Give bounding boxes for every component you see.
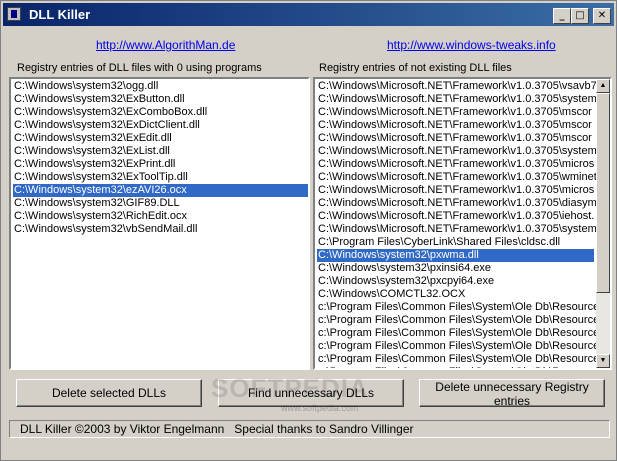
unused-dll-item[interactable]: C:\Windows\system32\ExEdit.dll	[13, 132, 308, 145]
status-bar: DLL Killer ©2003 by Viktor Engelmann Spe…	[9, 420, 610, 438]
missing-dll-item[interactable]: C:\Windows\Microsoft.NET\Framework\v1.0.…	[317, 171, 597, 184]
missing-dll-item[interactable]: c:\Program Files\Common Files\System\Ole…	[317, 340, 597, 353]
missing-dll-item[interactable]: C:\Windows\Microsoft.NET\Framework\v1.0.…	[317, 145, 597, 158]
delete-registry-entries-button[interactable]: Delete unnecessary Registry entries	[419, 379, 605, 408]
missing-dll-item[interactable]: c:\Program Files\Common Files\System\Ole…	[317, 353, 597, 366]
missing-dll-item[interactable]: c:\Program Files\Common Files\System\Ole…	[317, 301, 597, 314]
missing-dll-selected-item[interactable]: C:\Windows\system32\pxwma.dll	[317, 249, 594, 262]
unused-dll-item[interactable]: C:\Windows\system32\ExButton.dll	[13, 93, 308, 106]
missing-dll-item[interactable]: C:\Windows\COMCTL32.OCX	[317, 288, 597, 301]
missing-dll-item[interactable]: c:\Program Files\Common Files\System\Ole…	[317, 366, 597, 368]
close-button[interactable]: ✕	[593, 8, 611, 24]
missing-dll-item[interactable]: C:\Windows\Microsoft.NET\Framework\v1.0.…	[317, 197, 597, 210]
maximize-icon: □	[575, 10, 585, 21]
missing-dll-item[interactable]: C:\Windows\Microsoft.NET\Framework\v1.0.…	[317, 158, 597, 171]
missing-dll-item[interactable]: C:\Windows\Microsoft.NET\Framework\v1.0.…	[317, 119, 597, 132]
unused-dll-item[interactable]: C:\Windows\system32\RichEdit.ocx	[13, 210, 308, 223]
find-unnecessary-dlls-button[interactable]: Find unnecessary DLLs	[218, 379, 404, 407]
unused-dll-item[interactable]: C:\Windows\system32\GIF89.DLL	[13, 197, 308, 210]
unused-dll-item[interactable]: C:\Windows\system32\ExDictClient.dll	[13, 119, 308, 132]
maximize-button[interactable]: □	[571, 8, 589, 24]
app-icon[interactable]	[7, 7, 21, 21]
unused-dll-selected-item[interactable]: C:\Windows\system32\ezAVI26.ocx	[13, 184, 308, 197]
minimize-button[interactable]: _	[553, 8, 571, 24]
delete-selected-dlls-button[interactable]: Delete selected DLLs	[16, 379, 202, 407]
unused-dll-item[interactable]: C:\Windows\system32\ogg.dll	[13, 80, 308, 93]
missing-dll-items: C:\Windows\Microsoft.NET\Framework\v1.0.…	[317, 80, 597, 368]
unused-dll-item[interactable]: C:\Windows\system32\ExToolTip.dll	[13, 171, 308, 184]
missing-dll-item[interactable]: c:\Program Files\Common Files\System\Ole…	[317, 327, 597, 340]
missing-dll-item[interactable]: c:\Program Files\Common Files\System\Ole…	[317, 314, 597, 327]
missing-dll-item[interactable]: C:\Windows\system32\pxcpyi64.exe	[317, 275, 597, 288]
missing-dll-item[interactable]: C:\Windows\Microsoft.NET\Framework\v1.0.…	[317, 223, 597, 236]
missing-dll-item[interactable]: C:\Windows\Microsoft.NET\Framework\v1.0.…	[317, 93, 597, 106]
missing-dll-item[interactable]: C:\Windows\system32\pxinsi64.exe	[317, 262, 597, 275]
vertical-scrollbar[interactable]: ▲ ▼	[596, 79, 610, 368]
scroll-down-button[interactable]: ▼	[596, 354, 610, 368]
unused-dll-item[interactable]: C:\Windows\system32\ExList.dll	[13, 145, 308, 158]
arrow-up-icon: ▲	[599, 82, 607, 89]
link-algorithman[interactable]: http://www.AlgorithMan.de	[96, 38, 235, 52]
missing-dll-item[interactable]: C:\Windows\Microsoft.NET\Framework\v1.0.…	[317, 210, 597, 223]
title-bar[interactable]: DLL Killer _ □ ✕	[3, 3, 614, 26]
missing-dll-item[interactable]: C:\Windows\Microsoft.NET\Framework\v1.0.…	[317, 80, 597, 93]
missing-dll-item[interactable]: C:\Windows\Microsoft.NET\Framework\v1.0.…	[317, 106, 597, 119]
unused-dll-item[interactable]: C:\Windows\system32\vbSendMail.dll	[13, 223, 308, 236]
window-title: DLL Killer	[29, 7, 91, 22]
close-icon: ✕	[597, 10, 607, 21]
link-windows-tweaks[interactable]: http://www.windows-tweaks.info	[387, 38, 556, 52]
missing-dll-list[interactable]: C:\Windows\Microsoft.NET\Framework\v1.0.…	[313, 77, 612, 370]
arrow-down-icon: ▼	[599, 357, 607, 364]
unused-dll-item[interactable]: C:\Windows\system32\ExComboBox.dll	[13, 106, 308, 119]
unused-dll-items: C:\Windows\system32\ogg.dll C:\Windows\sy…	[13, 80, 308, 236]
missing-dll-item[interactable]: C:\Windows\Microsoft.NET\Framework\v1.0.…	[317, 184, 597, 197]
right-panel-label: Registry entries of not existing DLL fil…	[319, 62, 512, 74]
missing-dll-item[interactable]: C:\Windows\Microsoft.NET\Framework\v1.0.…	[317, 132, 597, 145]
main-window: DLL Killer _ □ ✕ http://www.AlgorithMan.…	[0, 0, 617, 461]
missing-dll-item[interactable]: C:\Program Files\CyberLink\Shared Files\…	[317, 236, 597, 249]
minimize-icon: _	[559, 10, 565, 21]
unused-dll-list[interactable]: C:\Windows\system32\ogg.dll C:\Windows\sy…	[9, 77, 310, 370]
scroll-thumb[interactable]	[596, 93, 610, 293]
left-panel-label: Registry entries of DLL files with 0 usi…	[17, 62, 262, 74]
scroll-up-button[interactable]: ▲	[596, 79, 610, 93]
unused-dll-item[interactable]: C:\Windows\system32\ExPrint.dll	[13, 158, 308, 171]
